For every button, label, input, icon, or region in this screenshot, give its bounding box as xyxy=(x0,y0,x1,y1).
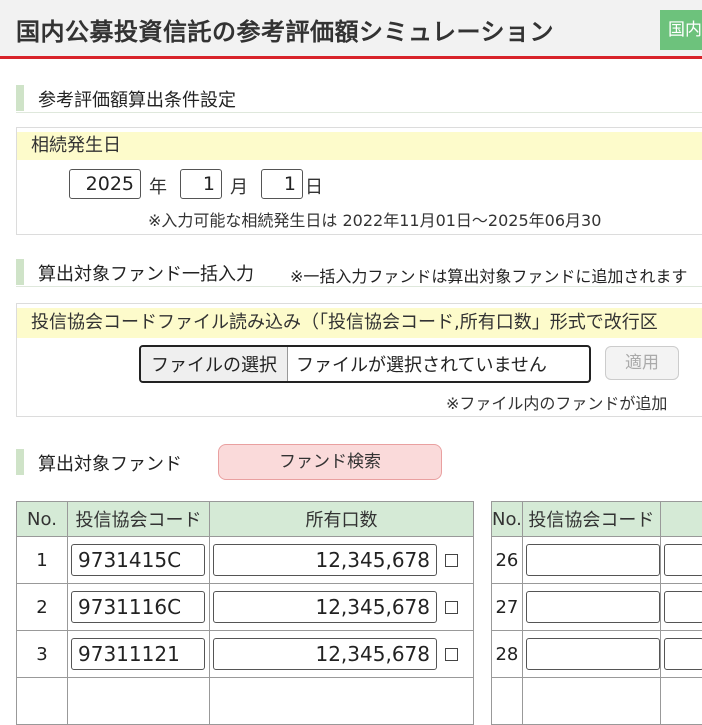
table-row xyxy=(492,678,702,725)
year-input[interactable]: 2025 xyxy=(69,169,141,199)
date-range-note: ※入力可能な相続発生日は 2022年11月01日～2025年06月30 xyxy=(148,207,601,231)
section-title-target-funds: 算出対象ファンド xyxy=(38,450,182,476)
fund-code-input[interactable]: 9731116C xyxy=(71,591,205,623)
section-marker xyxy=(16,85,24,111)
row-no: 1 xyxy=(17,537,68,584)
col-header-no: No. xyxy=(17,502,68,537)
fund-table-right: No. 投信協会コード 26 27 28 xyxy=(491,501,702,725)
section-title-conditions: 参考評価額算出条件設定 xyxy=(38,86,236,112)
table-row: 2 9731116C 12,345,678 xyxy=(17,584,474,631)
row-checkbox[interactable] xyxy=(445,648,458,661)
section-divider xyxy=(16,286,702,287)
row-no: 26 xyxy=(492,537,523,584)
row-no: 27 xyxy=(492,584,523,631)
fund-code-input[interactable] xyxy=(526,544,660,576)
row-no: 2 xyxy=(17,584,68,631)
col-header-code: 投信協会コード xyxy=(522,502,660,537)
bulk-input-note: ※一括入力ファンドは算出対象ファンドに追加されます xyxy=(290,263,687,287)
row-checkbox[interactable] xyxy=(445,554,458,567)
table-row: 27 xyxy=(492,584,702,631)
row-checkbox[interactable] xyxy=(445,601,458,614)
table-row: 28 xyxy=(492,631,702,678)
holding-qty-input[interactable] xyxy=(664,591,702,623)
table-row: 3 97311121 12,345,678 xyxy=(17,631,474,678)
fund-code-input[interactable]: 9731415C xyxy=(71,544,205,576)
holding-qty-input[interactable]: 12,345,678 xyxy=(213,544,437,576)
fund-code-input[interactable] xyxy=(526,591,660,623)
month-unit: 月 xyxy=(230,173,248,199)
inheritance-date-label: 相続発生日 xyxy=(17,132,702,160)
table-row: 1 9731415C 12,345,678 xyxy=(17,537,474,584)
file-load-label: 投信協会コードファイル読み込み（「投信協会コード,所有口数」形式で改行区 xyxy=(17,308,702,338)
holding-qty-input[interactable]: 12,345,678 xyxy=(213,638,437,670)
section-divider xyxy=(16,112,702,113)
choose-file-button[interactable]: ファイルの選択 xyxy=(141,347,288,381)
row-no: 3 xyxy=(17,631,68,678)
section-title-bulk-input: 算出対象ファンド一括入力 xyxy=(38,260,254,286)
fund-code-input[interactable]: 97311121 xyxy=(71,638,205,670)
table-row xyxy=(17,678,474,725)
apply-button[interactable]: 適用 xyxy=(605,346,679,380)
month-input[interactable]: 1 xyxy=(180,169,222,199)
fund-code-input[interactable] xyxy=(526,638,660,670)
header-nav-button[interactable]: 国内 xyxy=(660,10,702,50)
file-status-text: ファイルが選択されていません xyxy=(288,347,547,381)
holding-qty-input[interactable] xyxy=(664,638,702,670)
fund-table-left: No. 投信協会コード 所有口数 1 9731415C 12,345,678 2… xyxy=(16,501,474,725)
section-marker xyxy=(16,259,24,285)
col-header-no: No. xyxy=(492,502,523,537)
holding-qty-input[interactable] xyxy=(664,544,702,576)
holding-qty-input[interactable]: 12,345,678 xyxy=(213,591,437,623)
col-header-qty: 所有口数 xyxy=(210,502,474,537)
table-row: 26 xyxy=(492,537,702,584)
page-title: 国内公募投資信託の参考評価額シミュレーション xyxy=(16,12,554,47)
day-input[interactable]: 1 xyxy=(261,169,303,199)
file-input[interactable]: ファイルの選択 ファイルが選択されていません xyxy=(139,345,591,383)
year-unit: 年 xyxy=(149,173,167,199)
file-add-footnote: ※ファイル内のファンドが追加 xyxy=(446,390,667,414)
fund-search-button[interactable]: ファンド検索 xyxy=(218,444,442,480)
row-no: 28 xyxy=(492,631,523,678)
col-header-code: 投信協会コード xyxy=(68,502,210,537)
day-unit: 日 xyxy=(305,173,323,199)
section-marker xyxy=(16,449,24,475)
